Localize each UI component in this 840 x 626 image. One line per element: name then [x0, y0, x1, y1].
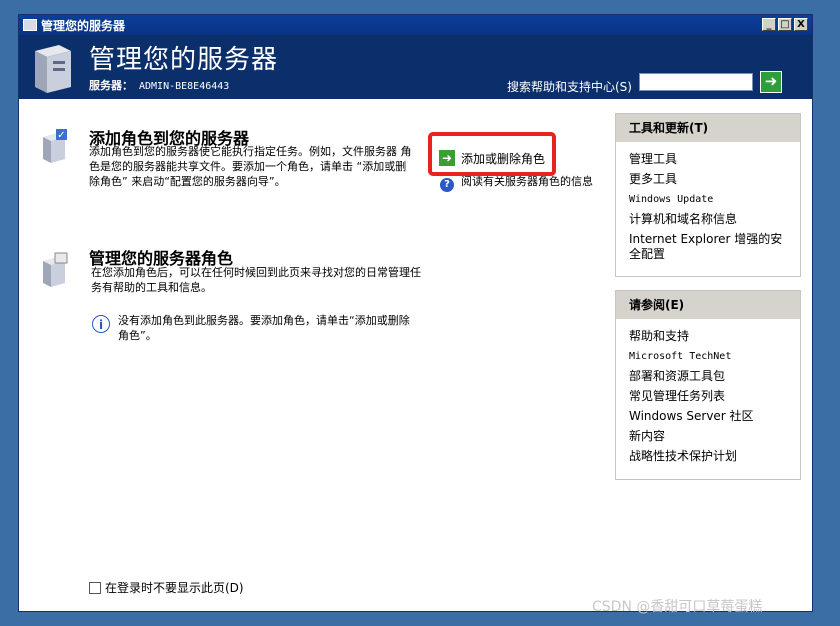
tools-item-more-tools[interactable]: 更多工具: [616, 172, 800, 187]
page-title: 管理您的服务器: [89, 45, 279, 75]
tools-item-ie-security[interactable]: Internet Explorer 增强的安全配置: [616, 232, 789, 262]
app-icon: [23, 19, 37, 31]
see-also-panel-title[interactable]: 请参阅(E): [616, 291, 800, 319]
search-go-button[interactable]: ➜: [760, 71, 782, 93]
see-also-item-whats-new[interactable]: 新内容: [616, 429, 800, 444]
server-name: ADMIN-BE8E46443: [139, 81, 230, 92]
see-also-item-community[interactable]: Windows Server 社区: [616, 409, 800, 424]
maximize-button[interactable]: □: [778, 18, 792, 31]
watermark-text: CSDN @香甜可口草莓蛋糕: [592, 599, 763, 615]
see-also-item-help[interactable]: 帮助和支持: [616, 329, 800, 344]
search-label: 搜索帮助和支持中心(S): [507, 80, 632, 94]
add-role-icon: ✓: [43, 129, 67, 163]
manage-role-icon: [43, 252, 68, 287]
manage-server-window: 管理您的服务器 _ □ X 管理您的服务器 服务器： ADMIN-BE8E4644…: [18, 14, 813, 612]
title-bar[interactable]: 管理您的服务器 _ □ X: [19, 15, 812, 35]
dont-show-checkbox[interactable]: [89, 582, 101, 594]
server-info: 服务器： ADMIN-BE8E46443: [89, 77, 229, 93]
no-roles-info: 没有添加角色到此服务器。要添加角色，请单击“添加或删除角色”。: [118, 314, 410, 342]
dont-show-label[interactable]: 在登录时不要显示此页(D): [105, 579, 244, 596]
tools-item-admin-tools[interactable]: 管理工具: [616, 152, 800, 167]
help-icon: ?: [440, 178, 454, 192]
window-controls: _ □ X: [762, 18, 808, 31]
header-banner: 管理您的服务器 服务器： ADMIN-BE8E46443 搜索帮助和支持中心(S)…: [19, 35, 812, 99]
tools-panel-title[interactable]: 工具和更新(T): [616, 114, 800, 142]
svg-text:✓: ✓: [57, 130, 65, 141]
server-icon: [35, 45, 71, 93]
manage-roles-description: 在您添加角色后，可以在任何时候回到此页来寻找对您的日常管理任务有帮助的工具和信息…: [91, 266, 421, 294]
see-also-item-resource-kit[interactable]: 部署和资源工具包: [616, 369, 800, 384]
window-title: 管理您的服务器: [41, 18, 126, 33]
search-input[interactable]: [639, 73, 753, 91]
read-about-roles-link[interactable]: 阅读有关服务器角色的信息: [461, 175, 601, 189]
tools-item-windows-update[interactable]: Windows Update: [616, 192, 800, 207]
add-role-description: 添加角色到您的服务器使它能执行指定任务。例如，文件服务器 角色是您的服务器能共享…: [89, 145, 412, 188]
see-also-item-security-program[interactable]: 战略性技术保护计划: [616, 449, 800, 464]
see-also-item-common-tasks[interactable]: 常见管理任务列表: [616, 389, 800, 404]
tools-item-computer-domain-info[interactable]: 计算机和域名称信息: [616, 212, 800, 227]
tools-updates-panel: 工具和更新(T) 管理工具 更多工具 Windows Update 计算机和域名…: [615, 113, 801, 277]
see-also-item-technet[interactable]: Microsoft TechNet: [616, 349, 800, 364]
close-button[interactable]: X: [794, 18, 808, 31]
minimize-button[interactable]: _: [762, 18, 776, 31]
server-label: 服务器：: [89, 79, 133, 92]
highlight-box: [428, 132, 556, 176]
info-icon: i: [92, 315, 110, 333]
see-also-panel: 请参阅(E) 帮助和支持 Microsoft TechNet 部署和资源工具包 …: [615, 290, 801, 480]
